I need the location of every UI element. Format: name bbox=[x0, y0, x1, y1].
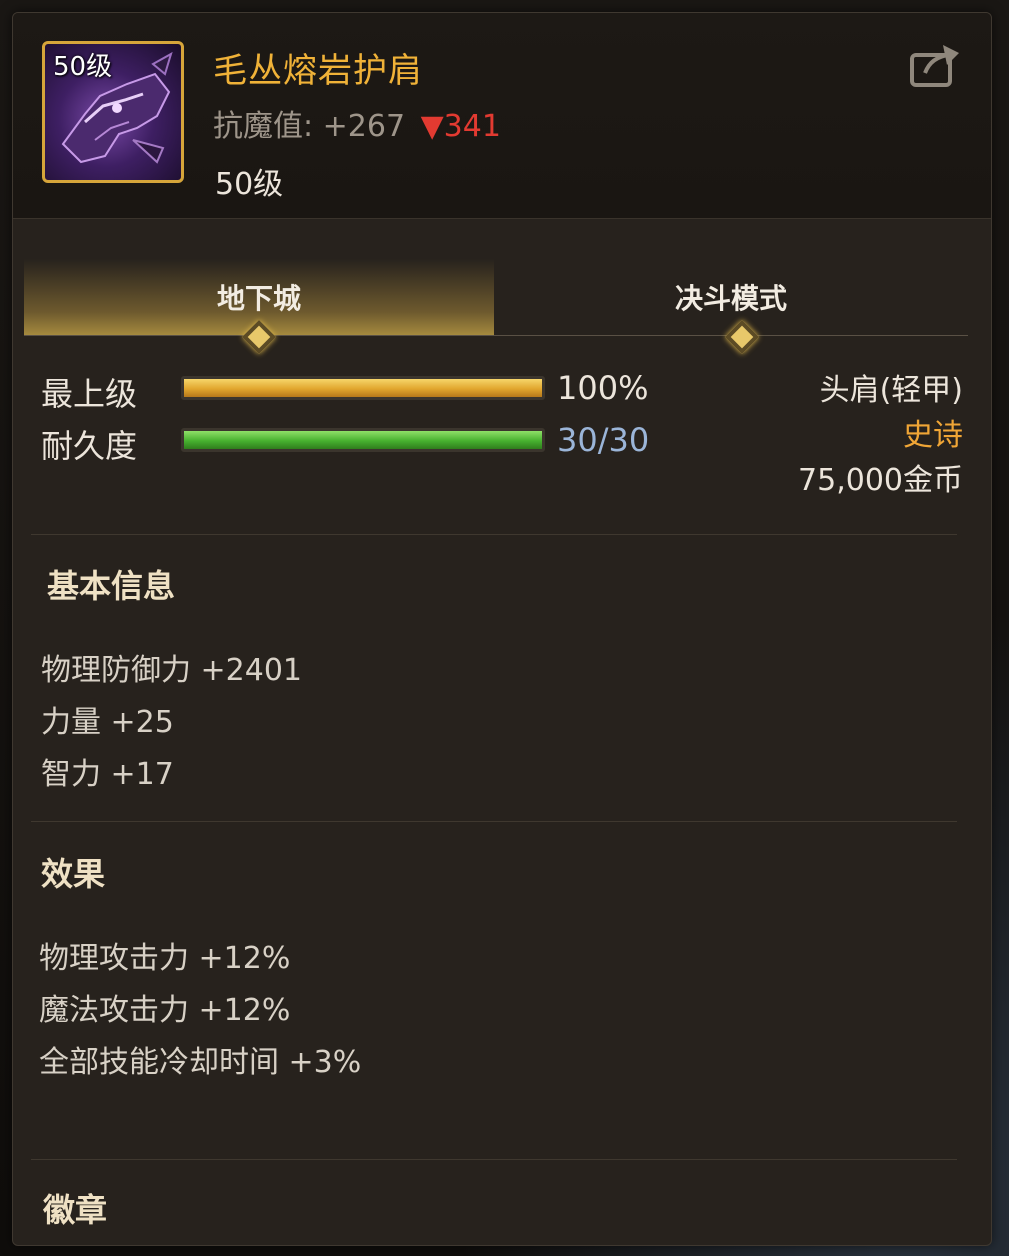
divider bbox=[31, 821, 957, 822]
effect-line: 物理攻击力 +12% bbox=[39, 941, 291, 976]
divider bbox=[31, 1159, 957, 1160]
basic-info-line: 力量 +25 bbox=[41, 705, 174, 740]
durability-bar bbox=[181, 428, 545, 452]
item-header: 50级 毛丛熔岩护肩 抗魔值: +267 ▼341 50级 bbox=[13, 13, 991, 219]
grade-bar bbox=[181, 376, 545, 400]
share-button[interactable] bbox=[909, 41, 961, 89]
grade-value: 100% bbox=[557, 369, 649, 407]
divider bbox=[31, 534, 957, 535]
rarity: 史诗 bbox=[903, 418, 963, 453]
emblem-title: 徽章 bbox=[43, 1191, 108, 1229]
durability-bar-fill bbox=[184, 431, 542, 449]
durability-value: 30/30 bbox=[557, 421, 650, 459]
resist-value: +267 bbox=[322, 109, 406, 144]
resist-label: 抗魔值: bbox=[213, 109, 314, 144]
tab-duel-label: 决斗模式 bbox=[674, 282, 787, 315]
basic-info-line: 智力 +17 bbox=[41, 757, 174, 792]
basic-info-title: 基本信息 bbox=[47, 567, 176, 605]
share-export-icon bbox=[910, 45, 959, 87]
item-level-text: 50级 bbox=[215, 167, 284, 202]
effect-line: 全部技能冷却时间 +3% bbox=[39, 1045, 362, 1080]
slot-type: 头肩(轻甲) bbox=[819, 373, 963, 408]
grade-label: 最上级 bbox=[41, 375, 138, 413]
resist-down-value: ▼341 bbox=[420, 109, 501, 144]
item-tooltip-panel: 50级 毛丛熔岩护肩 抗魔值: +267 ▼341 50级 地下城 决斗模式 最… bbox=[12, 12, 992, 1246]
tab-duel[interactable]: 决斗模式 bbox=[494, 259, 968, 335]
item-level-badge: 50级 bbox=[53, 52, 113, 82]
basic-info-line: 物理防御力 +2401 bbox=[41, 653, 303, 688]
wolf-shoulder-armor-icon[interactable]: 50级 bbox=[42, 41, 184, 183]
mode-tabs: 地下城 决斗模式 bbox=[24, 259, 968, 354]
durability-label: 耐久度 bbox=[41, 427, 138, 465]
effect-line: 魔法攻击力 +12% bbox=[39, 993, 291, 1028]
effects-title: 效果 bbox=[41, 855, 106, 893]
item-name: 毛丛熔岩护肩 bbox=[213, 51, 423, 91]
resist-row: 抗魔值: +267 ▼341 bbox=[213, 101, 501, 145]
price: 75,000金币 bbox=[798, 463, 963, 498]
tab-dungeon-label: 地下城 bbox=[216, 282, 301, 315]
grade-bar-fill bbox=[184, 379, 542, 397]
